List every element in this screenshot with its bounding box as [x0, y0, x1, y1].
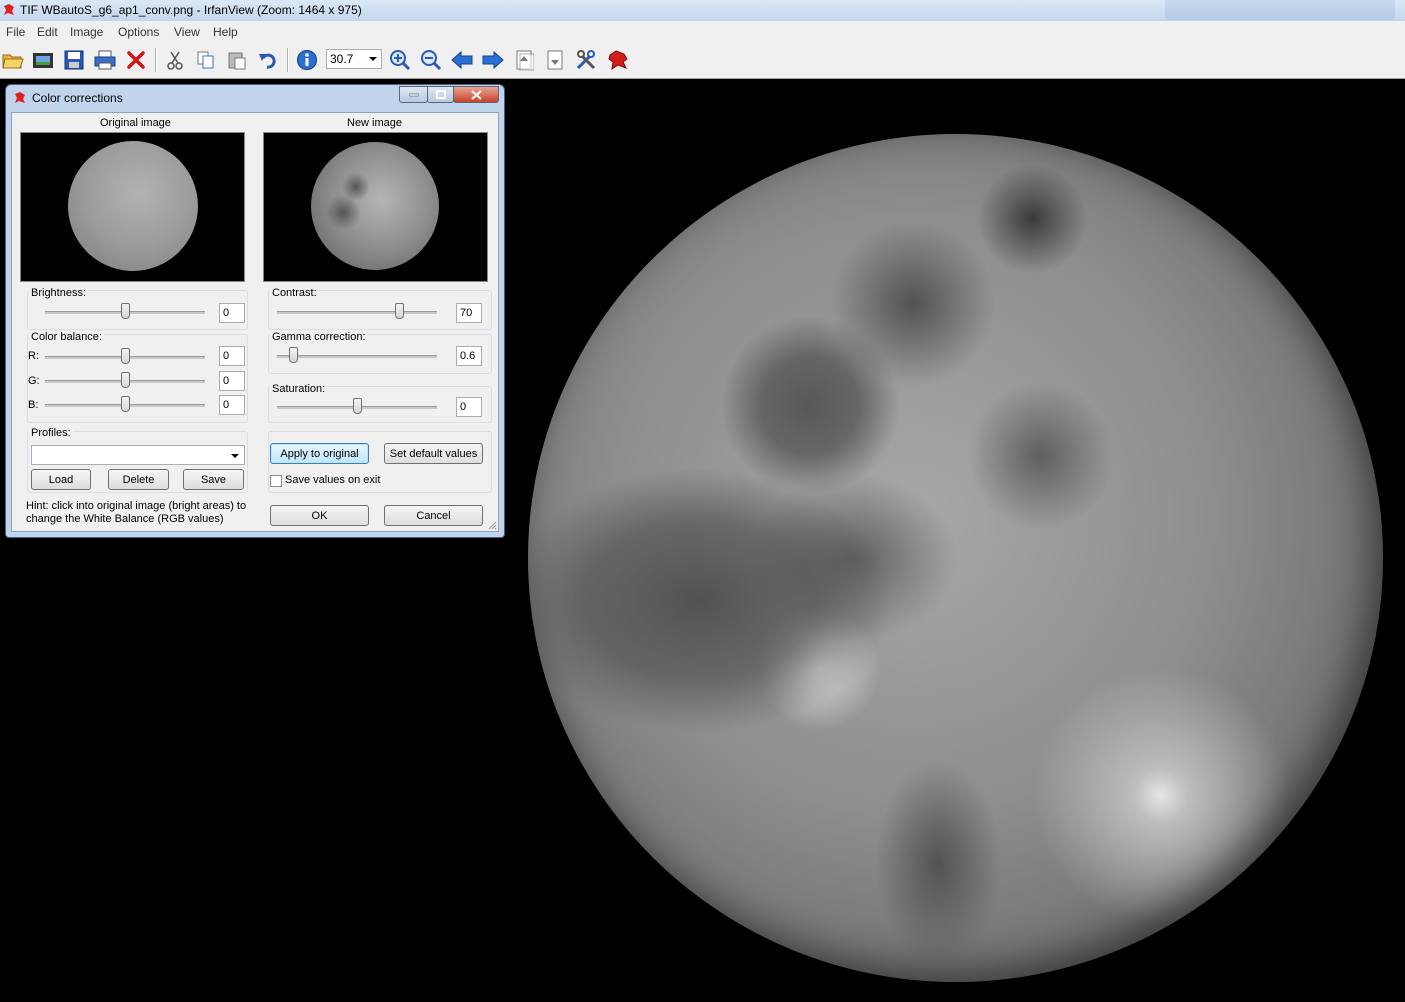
chevron-down-icon[interactable] [369, 57, 377, 61]
toolbar-separator [155, 48, 157, 72]
menu-image[interactable]: Image [70, 25, 103, 39]
menu-view[interactable]: View [174, 25, 200, 39]
blue-slider-thumb[interactable] [121, 396, 130, 412]
cancel-button[interactable]: Cancel [384, 505, 483, 526]
irfanview-app-icon[interactable] [2, 3, 16, 17]
green-label: G: [28, 375, 40, 387]
moon-image [528, 134, 1383, 982]
resize-grip-icon[interactable] [487, 520, 497, 530]
delete-icon[interactable] [124, 48, 148, 72]
zoom-value: 30.7 [330, 52, 354, 66]
slideshow-icon[interactable] [31, 48, 55, 72]
gamma-slider-thumb[interactable] [289, 347, 298, 363]
green-slider-thumb[interactable] [121, 372, 130, 388]
minimize-button[interactable] [399, 86, 428, 103]
delete-button[interactable]: Delete [108, 469, 169, 490]
irfanview-app-icon [13, 91, 27, 105]
color-balance-label: Color balance: [29, 331, 104, 343]
green-value-field[interactable]: 0 [219, 371, 245, 391]
menu-bar: File Edit Image Options View Help [0, 21, 1405, 43]
dialog-title-bar[interactable]: Color corrections [6, 85, 504, 111]
save-values-label[interactable]: Save values on exit [285, 474, 380, 486]
original-moon-thumbnail [68, 141, 198, 271]
contrast-slider-track[interactable] [277, 311, 437, 314]
maximize-button[interactable] [427, 86, 454, 103]
window-buttons-area [1165, 0, 1395, 20]
gamma-value-field[interactable]: 0.6 [456, 346, 482, 366]
saturation-value-field[interactable]: 0 [456, 397, 482, 417]
zoom-in-icon[interactable] [388, 48, 412, 72]
red-slider-thumb[interactable] [121, 348, 130, 364]
red-label: R: [28, 350, 39, 362]
new-image-preview [263, 132, 488, 282]
chevron-down-icon[interactable] [231, 454, 239, 458]
cut-icon[interactable] [163, 48, 187, 72]
red-value-field[interactable]: 0 [219, 346, 245, 366]
zoom-out-icon[interactable] [419, 48, 443, 72]
settings-icon[interactable] [574, 48, 598, 72]
open-folder-icon[interactable] [1, 48, 25, 72]
new-moon-thumbnail [311, 142, 439, 270]
window-title: TIF WBautoS_g6_ap1_conv.png - IrfanView … [20, 3, 362, 17]
menu-file[interactable]: File [6, 25, 25, 39]
color-corrections-dialog: Color corrections Original image New ima… [5, 84, 505, 538]
close-button[interactable] [453, 86, 499, 103]
menu-help[interactable]: Help [213, 25, 238, 39]
title-bar: TIF WBautoS_g6_ap1_conv.png - IrfanView … [0, 0, 1405, 21]
saturation-slider-thumb[interactable] [353, 398, 362, 414]
menu-edit[interactable]: Edit [37, 25, 58, 39]
original-image-label: Original image [100, 117, 171, 129]
first-page-icon[interactable] [512, 48, 536, 72]
profiles-label: Profiles: [29, 427, 73, 439]
info-icon[interactable] [295, 48, 319, 72]
brightness-value-field[interactable]: 0 [219, 303, 245, 323]
save-icon[interactable] [62, 48, 86, 72]
brightness-slider-thumb[interactable] [121, 303, 130, 319]
next-icon[interactable] [481, 48, 505, 72]
dialog-body: Original image New image Brightness: 0 C… [11, 112, 499, 532]
copy-icon[interactable] [194, 48, 218, 72]
undo-icon[interactable] [256, 48, 280, 72]
ok-button[interactable]: OK [270, 505, 369, 526]
previous-icon[interactable] [450, 48, 474, 72]
blue-value-field[interactable]: 0 [219, 395, 245, 415]
contrast-slider-thumb[interactable] [394, 303, 404, 319]
save-values-checkbox[interactable] [270, 475, 282, 487]
hint-text-line1: Hint: click into original image (bright … [26, 500, 247, 512]
print-icon[interactable] [93, 48, 117, 72]
apply-to-original-button[interactable]: Apply to original [270, 443, 369, 464]
toolbar-separator [287, 48, 289, 72]
last-page-icon[interactable] [543, 48, 567, 72]
load-button[interactable]: Load [31, 469, 91, 490]
blue-label: B: [28, 399, 39, 411]
zoom-combobox[interactable]: 30.7 [326, 49, 382, 69]
contrast-label: Contrast: [270, 287, 319, 299]
original-image-preview[interactable] [20, 132, 245, 282]
contrast-value-field[interactable]: 70 [456, 303, 482, 323]
gamma-label: Gamma correction: [270, 331, 368, 343]
saturation-label: Saturation: [270, 383, 328, 395]
save-button[interactable]: Save [183, 469, 244, 490]
set-default-values-button[interactable]: Set default values [384, 443, 483, 464]
color-balance-group [27, 334, 248, 423]
toolbar: 30.7 [0, 42, 1405, 79]
profiles-dropdown[interactable] [31, 445, 245, 465]
hint-text-line2: change the White Balance (RGB values) [26, 513, 224, 525]
brightness-label: Brightness: [29, 287, 89, 299]
dialog-title: Color corrections [32, 91, 123, 105]
menu-options[interactable]: Options [118, 25, 159, 39]
irfanview-logo-icon[interactable] [606, 48, 630, 72]
paste-icon[interactable] [225, 48, 249, 72]
gamma-slider-track[interactable] [277, 355, 437, 358]
new-image-label: New image [347, 117, 403, 129]
